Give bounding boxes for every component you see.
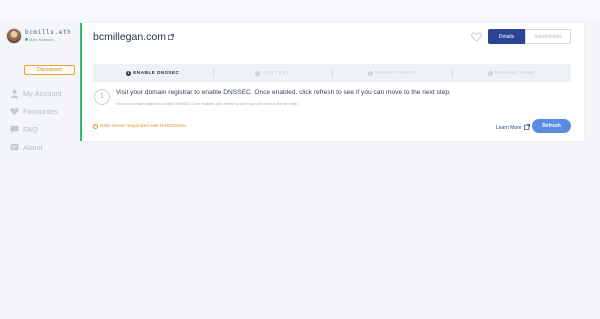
sidebar-item-favourites[interactable]: Favourites bbox=[10, 102, 62, 120]
sidebar-item-about[interactable]: About bbox=[10, 138, 62, 156]
disconnect-button[interactable]: Disconnect bbox=[24, 65, 75, 75]
step-label: MANAGE NAME bbox=[494, 70, 535, 76]
step-number: 2 bbox=[255, 70, 261, 76]
account-panel: bcmills.eth Main Network bbox=[6, 28, 76, 58]
step-label: ADD TEXT bbox=[262, 70, 290, 76]
step-add-text[interactable]: 2 ADD TEXT bbox=[212, 68, 333, 78]
step-submit-proof[interactable]: 3 SUBMIT PROOF bbox=[332, 68, 452, 78]
step-enable-dnssec[interactable]: 1 ENABLE DNSSEC bbox=[93, 70, 213, 76]
external-link-icon[interactable] bbox=[167, 34, 174, 40]
sidebar-item-label: Favourites bbox=[23, 106, 59, 116]
step-label: SUBMIT PROOF bbox=[374, 70, 416, 76]
learn-more-label: Learn More bbox=[496, 125, 522, 131]
domain-name: bcmillegan.com bbox=[93, 31, 166, 43]
network-status-dot-icon bbox=[25, 38, 28, 42]
step-instruction: Visit your domain registrar to enable DN… bbox=[116, 89, 451, 96]
top-bar bbox=[0, 0, 600, 20]
external-link-icon bbox=[523, 124, 530, 130]
sidebar-item-faq[interactable]: FAQ bbox=[10, 120, 62, 138]
user-icon bbox=[10, 89, 19, 98]
domain-title: bcmillegan.com bbox=[93, 31, 174, 43]
refresh-button[interactable]: Refresh bbox=[532, 119, 571, 133]
avatar bbox=[6, 28, 22, 44]
domain-card: bcmillegan.com Details Subdomains 1 ENABL… bbox=[82, 23, 584, 141]
step-manage-name[interactable]: 4 MANAGE NAME bbox=[451, 68, 572, 78]
step-label: ENABLE DNSSEC bbox=[133, 70, 180, 76]
warning-icon: ! bbox=[93, 124, 98, 129]
chat-icon bbox=[10, 125, 19, 134]
sidebar-item-label: FAQ bbox=[23, 124, 39, 134]
tab-details[interactable]: Details bbox=[488, 29, 525, 44]
status-text: DNS server responded with NXDOMAIN bbox=[100, 124, 186, 129]
favourite-heart-icon[interactable] bbox=[471, 32, 482, 42]
step-progress-bar: 1 ENABLE DNSSEC 2 ADD TEXT 3 SUBMIT PROOF 4… bbox=[93, 64, 571, 82]
sidebar: bcmills.eth Main Network Disconnect My A… bbox=[0, 20, 80, 319]
sidebar-item-label: About bbox=[23, 142, 43, 152]
current-step-number: 1 bbox=[94, 89, 110, 105]
tab-subdomains[interactable]: Subdomains bbox=[525, 29, 571, 44]
network-indicator: Main Network bbox=[25, 37, 53, 42]
account-name: bcmills.eth bbox=[25, 29, 72, 36]
sidebar-item-my-account[interactable]: My Account bbox=[10, 84, 62, 102]
sidebar-nav: My Account Favourites FAQ About bbox=[10, 84, 62, 156]
dns-status-message: ! DNS server responded with NXDOMAIN bbox=[93, 124, 186, 129]
network-label: Main Network bbox=[29, 37, 54, 42]
info-icon bbox=[10, 143, 19, 150]
sidebar-item-label: My Account bbox=[23, 88, 62, 98]
step-instruction-subtext: Visit your domain registrar to enable DN… bbox=[116, 102, 299, 106]
heart-icon bbox=[10, 107, 19, 115]
learn-more-link[interactable]: Learn More bbox=[496, 124, 530, 131]
step-number: 3 bbox=[367, 70, 373, 76]
step-number: 4 bbox=[487, 70, 493, 76]
detail-tabs: Details Subdomains bbox=[488, 29, 571, 44]
step-number: 1 bbox=[126, 70, 132, 76]
